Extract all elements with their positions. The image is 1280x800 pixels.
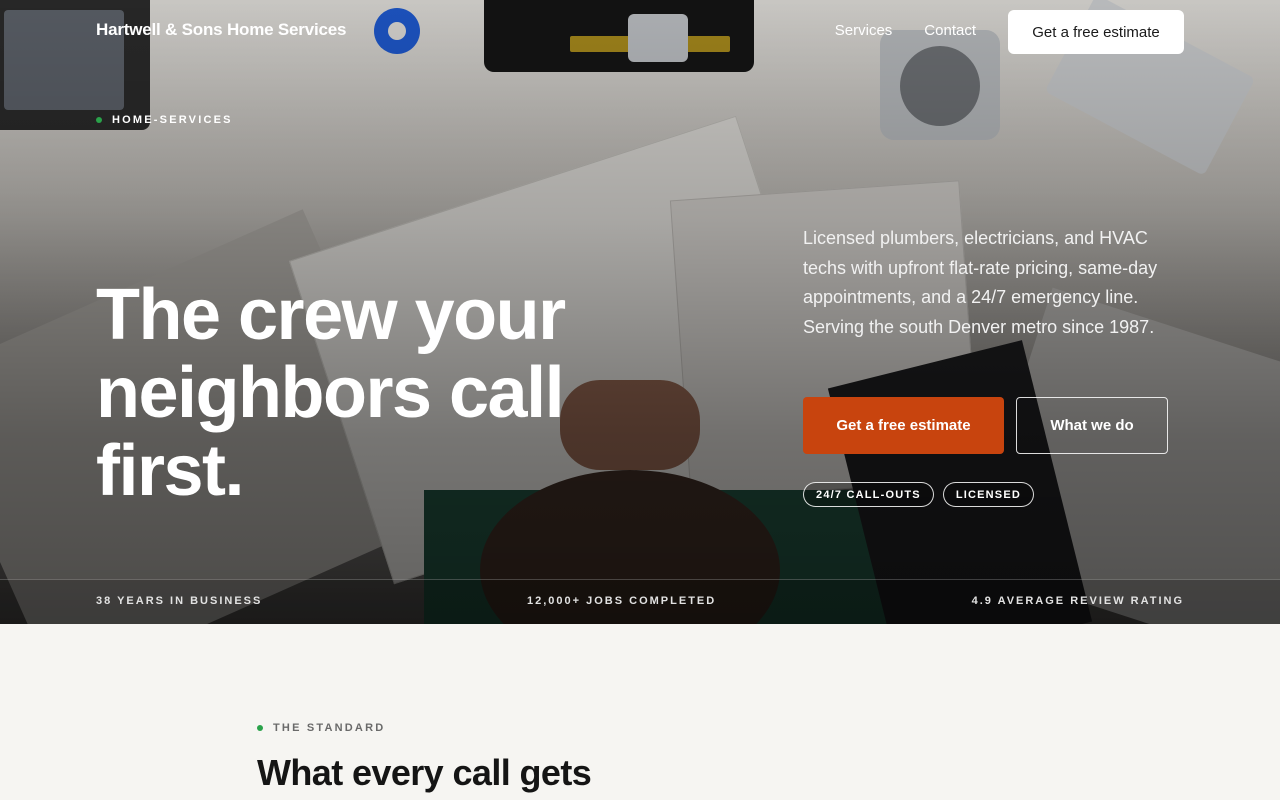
hero-badges: 24/7 CALL-OUTS LICENSED	[803, 482, 1035, 507]
standard-eyebrow-label: THE STANDARD	[273, 722, 386, 734]
hero-eyebrow-label: HOME-SERVICES	[112, 114, 233, 126]
hero-headline: The crew your neighbors call first.	[96, 275, 566, 511]
standard-eyebrow: THE STANDARD	[257, 722, 385, 734]
badge-24-7-callouts: 24/7 CALL-OUTS	[803, 482, 934, 507]
hero-estimate-button[interactable]: Get a free estimate	[803, 397, 1004, 454]
top-navigation: Hartwell & Sons Home Services Services C…	[0, 0, 1280, 64]
nav-estimate-button[interactable]: Get a free estimate	[1008, 10, 1184, 54]
standard-section: THE STANDARD What every call gets	[0, 624, 1280, 800]
nav-link-contact[interactable]: Contact	[924, 22, 976, 39]
brand-logo[interactable]: Hartwell & Sons Home Services	[96, 20, 346, 40]
badge-licensed: LICENSED	[942, 482, 1035, 507]
standard-section-title: What every call gets	[257, 752, 592, 793]
eyebrow-dot-icon	[257, 725, 263, 731]
hero-intro-text: Licensed plumbers, electricians, and HVA…	[803, 228, 1158, 337]
what-we-do-button[interactable]: What we do	[1016, 397, 1168, 454]
stats-bar: 38 YEARS IN BUSINESS 12,000+ JOBS COMPLE…	[0, 579, 1280, 624]
hero-section: Hartwell & Sons Home Services Services C…	[0, 0, 1280, 624]
stat-years-in-business: 38 YEARS IN BUSINESS	[96, 595, 263, 607]
nav-link-services[interactable]: Services	[835, 22, 893, 39]
stat-review-rating: 4.9 AVERAGE REVIEW RATING	[971, 595, 1184, 607]
eyebrow-dot-icon	[96, 117, 102, 123]
nav-links: Services Contact	[835, 22, 976, 39]
stat-jobs-completed: 12,000+ JOBS COMPLETED	[527, 595, 717, 607]
hero-eyebrow: HOME-SERVICES	[96, 114, 233, 126]
